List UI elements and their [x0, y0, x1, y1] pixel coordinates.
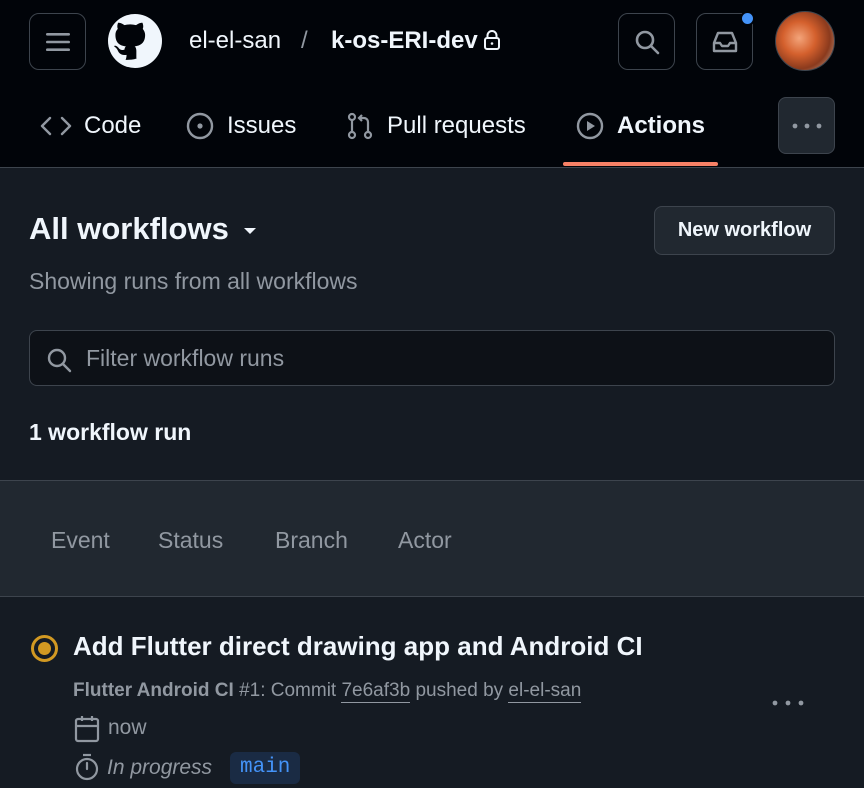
search-icon	[635, 30, 659, 54]
run-number: #1	[239, 680, 261, 701]
search-button[interactable]	[618, 13, 675, 70]
tab-actions-label: Actions	[617, 112, 706, 139]
git-pull-request-icon	[347, 112, 373, 140]
actor-link[interactable]: el-el-san	[508, 680, 582, 703]
workflow-run-count: 1 workflow run	[29, 419, 192, 445]
inbox-icon	[712, 31, 737, 52]
run-meta: Flutter Android CI #1: Commit 7e6af3b pu…	[73, 680, 582, 703]
kebab-icon	[792, 123, 821, 128]
calendar-icon	[74, 716, 100, 743]
in-progress-icon	[31, 635, 58, 662]
top-header: el-el-san / k-os-ERI-dev Code Issues Pul…	[0, 0, 864, 168]
run-filters-bar: Event Status Branch Actor	[0, 480, 864, 597]
selected-tab-indicator	[563, 162, 718, 166]
tab-pull-requests[interactable]: Pull requests	[345, 108, 526, 144]
tab-issues[interactable]: Issues	[185, 108, 296, 144]
filter-input[interactable]	[86, 331, 816, 385]
kebab-icon[interactable]	[772, 700, 804, 706]
run-status-text: In progress	[107, 756, 213, 779]
code-icon	[40, 116, 72, 136]
filter-workflow-runs[interactable]	[29, 330, 835, 386]
tab-pull-requests-label: Pull requests	[387, 112, 526, 139]
workflow-name: Flutter Android CI	[73, 680, 234, 701]
user-avatar[interactable]	[775, 11, 835, 71]
run-title-link[interactable]: Add Flutter direct drawing app and Andro…	[73, 631, 643, 662]
search-icon	[47, 348, 72, 373]
filter-status[interactable]: Status	[158, 527, 223, 554]
chevron-down-icon[interactable]	[242, 226, 258, 236]
pushed-by-text: pushed by	[410, 680, 509, 701]
play-icon	[576, 112, 604, 140]
commit-prefix: : Commit	[260, 680, 342, 701]
branch-label[interactable]: main	[230, 752, 301, 784]
github-logo-icon[interactable]	[108, 14, 162, 68]
filter-actor[interactable]: Actor	[398, 527, 452, 554]
page-title[interactable]: All workflows	[29, 211, 229, 247]
breadcrumb-owner[interactable]: el-el-san	[189, 26, 281, 56]
new-workflow-button[interactable]: New workflow	[654, 206, 835, 255]
tab-code[interactable]: Code	[40, 108, 141, 144]
commit-sha-link[interactable]: 7e6af3b	[341, 680, 411, 703]
breadcrumb-separator: /	[301, 27, 308, 54]
menu-icon	[45, 32, 70, 51]
tab-code-label: Code	[84, 112, 142, 139]
page-subtitle: Showing runs from all workflows	[29, 268, 358, 294]
tab-actions[interactable]: Actions	[575, 108, 705, 144]
issue-opened-icon	[186, 112, 214, 140]
breadcrumb-repo[interactable]: k-os-ERI-dev	[331, 26, 478, 56]
filter-event[interactable]: Event	[51, 527, 110, 554]
menu-button[interactable]	[29, 13, 86, 70]
filter-branch[interactable]: Branch	[275, 527, 348, 554]
run-time: now	[108, 716, 147, 739]
more-tabs-button[interactable]	[778, 97, 835, 154]
stopwatch-icon	[75, 753, 99, 781]
tab-issues-label: Issues	[227, 112, 297, 139]
notification-indicator	[740, 11, 755, 26]
lock-icon	[484, 30, 500, 50]
